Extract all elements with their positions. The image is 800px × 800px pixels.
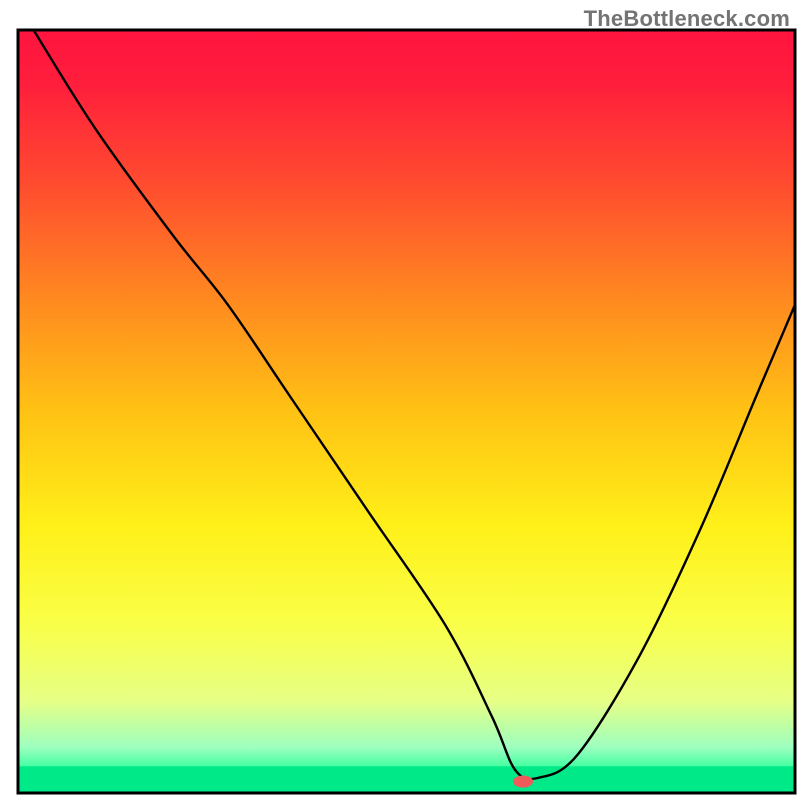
gradient-background <box>18 30 795 793</box>
green-band <box>18 766 795 793</box>
chart-svg <box>0 0 800 800</box>
watermark-text: TheBottleneck.com <box>584 6 790 32</box>
bottleneck-chart: TheBottleneck.com <box>0 0 800 800</box>
optimal-marker <box>513 776 533 788</box>
